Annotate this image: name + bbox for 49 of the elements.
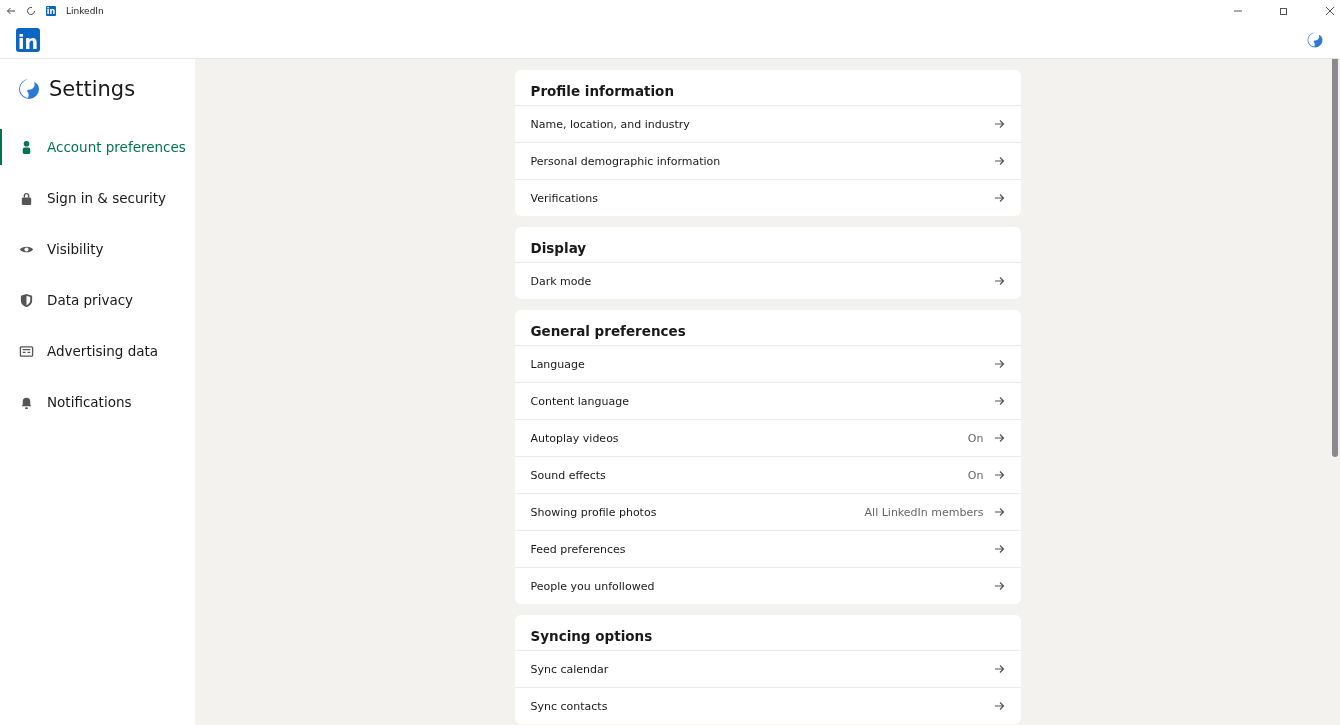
lock-icon: [19, 190, 34, 206]
app-logo-icon: [1306, 31, 1324, 49]
arrow-right-icon: [993, 396, 1005, 406]
card-icon: [19, 343, 34, 359]
close-icon[interactable]: [1326, 7, 1334, 15]
section-title: Display: [529, 239, 588, 258]
linkedin-logo[interactable]: in: [16, 28, 40, 52]
settings-row[interactable]: Sound effects On: [514, 456, 1021, 493]
settings-row[interactable]: Verifications: [514, 179, 1021, 216]
sidebar-item[interactable]: Notifications: [0, 384, 195, 420]
arrow-right-icon: [993, 507, 1005, 517]
settings-row[interactable]: Language: [514, 345, 1021, 382]
section-title: Syncing options: [529, 627, 654, 646]
app-logo-icon: [17, 77, 41, 101]
settings-row[interactable]: Autoplay videos On: [514, 419, 1021, 456]
settings-title: Settings: [49, 77, 136, 101]
settings-row[interactable]: People you unfollowed: [514, 567, 1021, 604]
back-icon[interactable]: [6, 6, 16, 16]
app-logo-icon: in: [46, 6, 56, 16]
section-title: General preferences: [529, 322, 687, 341]
arrow-right-icon: [993, 581, 1005, 591]
arrow-right-icon: [993, 470, 1005, 480]
window-title: LinkedIn: [66, 6, 104, 16]
settings-row[interactable]: Dark mode: [514, 262, 1021, 299]
arrow-right-icon: [993, 193, 1005, 203]
arrow-right-icon: [993, 156, 1005, 166]
sidebar-item[interactable]: Sign in & security: [0, 180, 195, 216]
section-title: Profile information: [529, 82, 675, 101]
scrollbar[interactable]: [1332, 59, 1338, 457]
settings-row[interactable]: Content language: [514, 382, 1021, 419]
shield-icon: [19, 292, 34, 308]
arrow-right-icon: [993, 544, 1005, 554]
settings-row[interactable]: Sync contacts: [514, 687, 1021, 724]
arrow-right-icon: [993, 119, 1005, 129]
settings-row[interactable]: Feed preferences: [514, 530, 1021, 567]
refresh-icon[interactable]: [26, 6, 36, 16]
sidebar-item[interactable]: Data privacy: [0, 282, 195, 318]
settings-row[interactable]: Showing profile photos All LinkedIn members: [514, 493, 1021, 530]
restore-icon[interactable]: [1280, 7, 1288, 15]
arrow-right-icon: [993, 359, 1005, 369]
sidebar-item[interactable]: Advertising data: [0, 333, 195, 369]
settings-row[interactable]: Personal demographic information: [514, 142, 1021, 179]
settings-row[interactable]: Sync calendar: [514, 650, 1021, 687]
settings-row[interactable]: Name, location, and industry: [514, 105, 1021, 142]
arrow-right-icon: [993, 701, 1005, 711]
arrow-right-icon: [993, 276, 1005, 286]
sidebar-item[interactable]: Visibility: [0, 231, 195, 267]
arrow-right-icon: [993, 433, 1005, 443]
arrow-right-icon: [993, 664, 1005, 674]
